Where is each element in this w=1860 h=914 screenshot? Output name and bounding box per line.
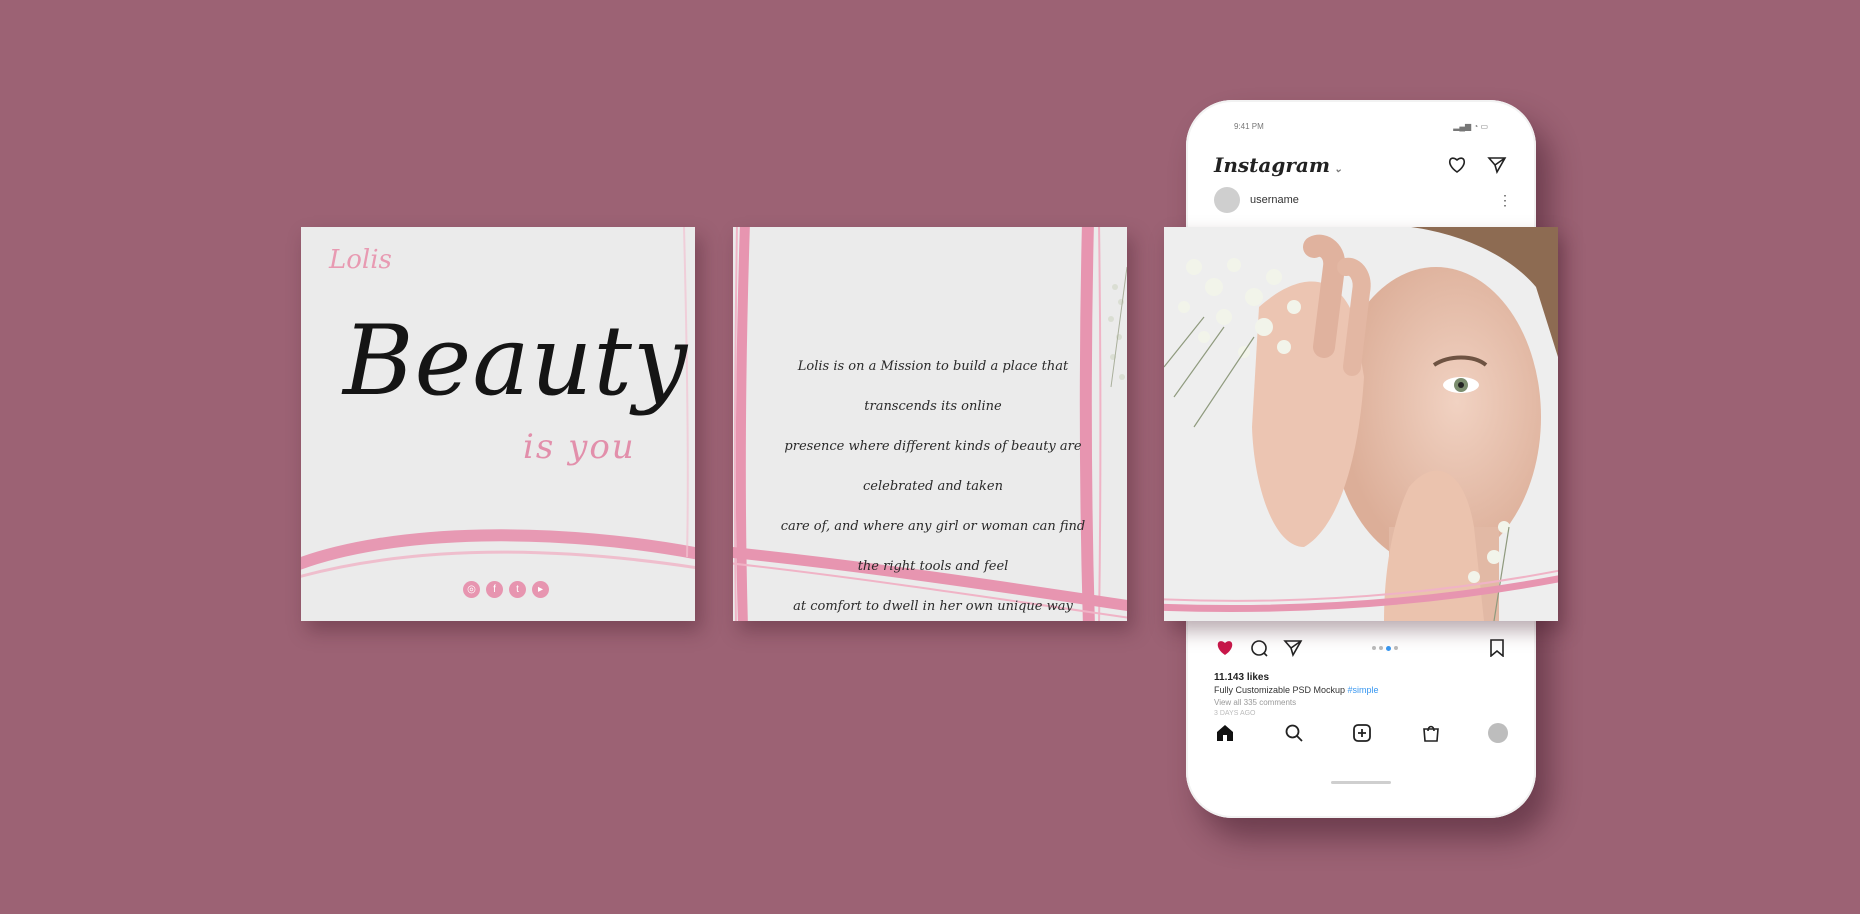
- post-card-photo: [1164, 227, 1558, 621]
- send-icon[interactable]: [1486, 154, 1508, 176]
- more-options-icon[interactable]: ⋮: [1498, 192, 1512, 209]
- mission-quote: Lolis is on a Mission to build a place t…: [773, 347, 1093, 621]
- hashtag-link[interactable]: #simple: [1348, 685, 1379, 695]
- post-caption: Fully Customizable PSD Mockup #simple: [1214, 685, 1379, 695]
- portrait-photo: [1164, 227, 1558, 621]
- carousel-indicator: [1372, 645, 1398, 651]
- avatar[interactable]: [1214, 187, 1240, 213]
- subheadline-text: is you: [523, 427, 636, 467]
- search-icon[interactable]: [1283, 722, 1305, 744]
- app-title[interactable]: Instagram ⌄: [1214, 153, 1342, 177]
- new-post-icon[interactable]: [1351, 722, 1373, 744]
- comment-icon[interactable]: [1248, 637, 1270, 659]
- bookmark-icon[interactable]: [1486, 637, 1508, 659]
- social-icons-row: ◎ f t ▸: [463, 581, 549, 598]
- post-card-mission: Lolis is on a Mission to build a place t…: [733, 227, 1127, 621]
- brand-logo: Lolis: [329, 245, 392, 275]
- likes-count: 11.143 likes: [1214, 672, 1270, 683]
- share-icon[interactable]: [1282, 637, 1304, 659]
- view-comments-link[interactable]: View all 335 comments: [1214, 698, 1296, 707]
- home-icon[interactable]: [1214, 722, 1236, 744]
- post-actions: [1214, 636, 1508, 660]
- facebook-icon: f: [486, 581, 503, 598]
- headline-text: Beauty: [343, 305, 689, 417]
- quote-line: care of, and where any girl or woman can…: [780, 519, 1086, 574]
- quote-line: at comfort to dwell in her own unique wa…: [793, 599, 1073, 614]
- status-bar: 9:41 PM ▂▄▆ ◔ ▭: [1234, 122, 1488, 131]
- shop-icon[interactable]: [1420, 722, 1442, 744]
- home-indicator: [1331, 781, 1391, 784]
- status-icons: ▂▄▆ ◔ ▭: [1453, 122, 1488, 131]
- flower-sprig: [1108, 266, 1127, 388]
- post-card-beauty: Lolis Beauty is you ◎ f t ▸: [301, 227, 695, 621]
- brush-stroke-decoration: [301, 227, 695, 578]
- bottom-nav: [1214, 720, 1508, 746]
- post-time: 3 DAYS AGO: [1214, 710, 1256, 717]
- youtube-icon: ▸: [532, 581, 549, 598]
- twitter-icon: t: [509, 581, 526, 598]
- instagram-icon: ◎: [463, 581, 480, 598]
- heart-icon[interactable]: [1446, 154, 1468, 176]
- quote-line: Lolis is on a Mission to build a place t…: [797, 359, 1069, 414]
- profile-avatar[interactable]: [1488, 723, 1508, 743]
- status-time: 9:41 PM: [1234, 122, 1264, 131]
- quote-line: presence where different kinds of beauty…: [784, 439, 1082, 494]
- username[interactable]: username: [1250, 194, 1299, 206]
- post-header: username ⋮: [1214, 186, 1512, 214]
- chevron-down-icon: ⌄: [1334, 164, 1343, 175]
- like-icon[interactable]: [1214, 637, 1236, 659]
- ig-header: Instagram ⌄: [1214, 150, 1508, 180]
